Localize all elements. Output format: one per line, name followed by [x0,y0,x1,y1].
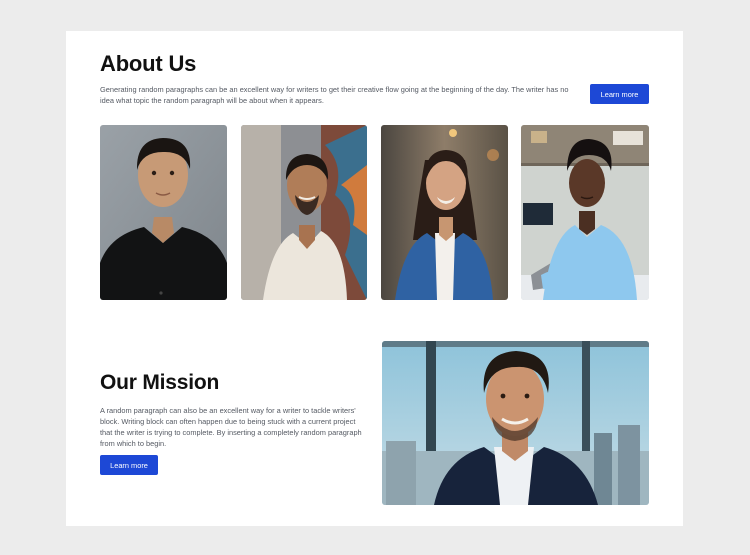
team-photo-3 [381,125,508,300]
team-photo-4 [521,125,649,300]
mission-learn-more-button[interactable]: Learn more [100,455,158,475]
mission-photo [382,341,649,505]
about-description: Generating random paragraphs can be an e… [100,85,569,105]
team-photo-2 [241,125,367,300]
team-photo-1 [100,125,227,300]
about-learn-more-button[interactable]: Learn more [590,84,649,104]
mission-title: Our Mission [100,371,220,394]
content-card: About Us Generating random paragraphs ca… [66,31,683,526]
about-title: About Us [100,51,197,76]
mission-description: A random paragraph can also be an excell… [100,406,362,448]
